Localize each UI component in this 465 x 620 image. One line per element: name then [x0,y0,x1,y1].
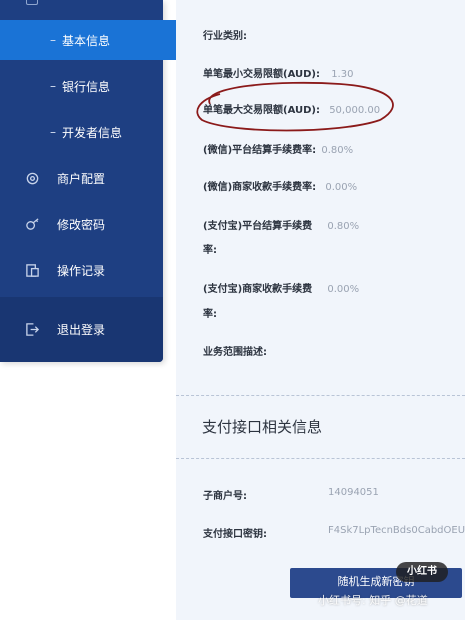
min-limit-row: 单笔最小交易限额(AUD): 1.30 [203,65,353,80]
alipay-platform-rate-value: 0.80% [327,221,360,232]
payment-key-label: 支付接口密钥: [203,529,267,540]
gear-icon [24,170,40,186]
sub-merchant-label: 子商户号: [203,491,247,502]
industry-label: 行业类别: [203,31,247,42]
sidebar-item-label: 退出登录 [57,322,106,337]
sub-merchant-row: 子商户号: 14094051 [203,487,379,502]
alipay-merchant-rate-row: (支付宝)商家收款手续费 0.00% [203,280,359,295]
wechat-platform-rate-row: (微信)平台结算手续费率: 0.80% [203,141,353,156]
payment-section-title: 支付接口相关信息 [202,418,323,436]
sidebar-item-operation-log[interactable]: 操作记录 [0,250,187,290]
alipay-platform-rate-label-cont: 率: [203,245,217,256]
payment-key-value: F4Sk7LpTecnBds0CabdOEU [328,525,465,536]
dash-marker: – [50,125,56,139]
payment-key-row: 支付接口密钥: F4Sk7LpTecnBds0CabdOEU [203,525,465,540]
max-limit-label: 单笔最大交易限额(AUD): [203,105,320,116]
sidebar-item-label: 银行信息 [62,79,111,94]
section-divider [176,395,465,396]
record-icon [24,262,40,278]
sidebar-item-logout[interactable]: 退出登录 [0,309,187,349]
wechat-platform-rate-label: (微信)平台结算手续费率: [203,145,317,156]
sidebar-footer: 退出登录 [0,297,163,362]
alipay-merchant-rate-label-cont: 率: [203,309,217,320]
sidebar-item-label: 操作记录 [57,263,106,278]
wechat-platform-rate-value: 0.80% [321,145,354,156]
sidebar-item-label: 商户配置 [57,171,106,186]
alipay-platform-rate-row: (支付宝)平台结算手续费 0.80% [203,217,359,232]
watermark-text: 小红书号: 知乎 @花道 [318,594,428,607]
section-divider [176,458,465,459]
sub-merchant-value: 14094051 [328,487,379,498]
max-limit-row: 单笔最大交易限额(AUD): 50,000.00 [203,101,380,116]
wechat-merchant-rate-value: 0.00% [325,182,358,193]
dash-marker: – [50,33,56,47]
xiaohongshu-badge: 小红书 [396,562,448,582]
sidebar: – 基本信息 – 银行信息 – 开发者信息 商户配置 修改密码 操作记录 退出登… [0,0,213,362]
alipay-merchant-rate-label: (支付宝)商家收款手续费 [203,284,313,295]
sidebar-item-label: 基本信息 [62,33,111,48]
business-scope-label: 业务范围描述: [203,347,267,358]
wechat-merchant-rate-label: (微信)商家收款手续费率: [203,182,317,193]
max-limit-value: 50,000.00 [329,105,381,116]
alipay-platform-rate-label: (支付宝)平台结算手续费 [203,221,313,232]
dash-marker: – [50,79,56,93]
sidebar-item-label: 开发者信息 [62,125,123,140]
min-limit-label: 单笔最小交易限额(AUD): [203,69,320,80]
min-limit-value: 1.30 [331,69,354,80]
sidebar-item-merchant-config[interactable]: 商户配置 [0,158,187,198]
key-icon [24,216,40,232]
alipay-merchant-rate-value: 0.00% [327,284,360,295]
logout-icon [24,321,40,337]
sidebar-item-label: 修改密码 [57,217,106,232]
sidebar-top-icon [0,0,163,18]
sidebar-item-change-password[interactable]: 修改密码 [0,204,187,244]
wechat-merchant-rate-row: (微信)商家收款手续费率: 0.00% [203,178,357,193]
